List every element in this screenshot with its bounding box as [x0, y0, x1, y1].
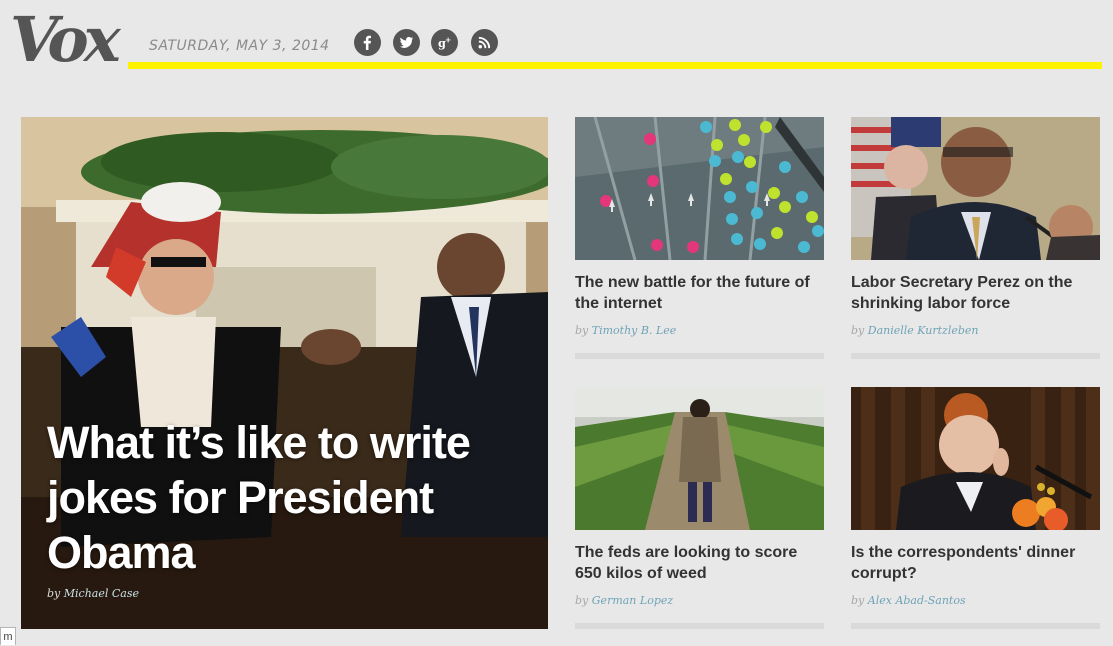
card-divider [575, 623, 824, 629]
svg-text:+: + [445, 36, 451, 45]
story-title[interactable]: Is the correspondents' dinner corrupt? [851, 542, 1100, 584]
hero-story[interactable]: What it’s like to write jokes for Presid… [21, 117, 548, 629]
google-plus-icon[interactable]: g + [431, 29, 458, 56]
byline-prefix: by [47, 587, 61, 600]
story-byline: by German Lopez [575, 594, 824, 607]
story-byline: by Alex Abad-Santos [851, 594, 1100, 607]
author-link[interactable]: Alex Abad-Santos [868, 594, 966, 607]
story-card[interactable]: Labor Secretary Perez on the shrinking l… [851, 117, 1100, 359]
byline-prefix: by [575, 594, 589, 607]
story-title[interactable]: Labor Secretary Perez on the shrinking l… [851, 272, 1100, 314]
corner-tab[interactable]: m [0, 627, 16, 645]
byline-prefix: by [851, 594, 865, 607]
story-thumbnail[interactable] [575, 387, 824, 530]
card-divider [851, 353, 1100, 359]
card-divider [851, 623, 1100, 629]
hero-byline: by Michael Case [47, 587, 139, 600]
story-byline: by Danielle Kurtzleben [851, 324, 1100, 337]
story-title[interactable]: The feds are looking to score 650 kilos … [575, 542, 824, 584]
story-thumbnail[interactable] [851, 387, 1100, 530]
byline-prefix: by [575, 324, 589, 337]
rss-icon[interactable] [471, 29, 498, 56]
author-link[interactable]: German Lopez [592, 594, 673, 607]
author-link[interactable]: Timothy B. Lee [592, 324, 677, 337]
vox-logo[interactable]: Vox [10, 4, 121, 76]
story-card[interactable]: The new battle for the future of the int… [575, 117, 824, 359]
story-title[interactable]: The new battle for the future of the int… [575, 272, 824, 314]
author-link[interactable]: Danielle Kurtzleben [868, 324, 979, 337]
byline-prefix: by [851, 324, 865, 337]
twitter-icon[interactable] [393, 29, 420, 56]
site-header: Vox SATURDAY, MAY 3, 2014 g + [0, 0, 1113, 80]
hero-title[interactable]: What it’s like to write jokes for Presid… [47, 415, 527, 580]
header-date: SATURDAY, MAY 3, 2014 [149, 38, 330, 54]
story-byline: by Timothy B. Lee [575, 324, 824, 337]
story-thumbnail[interactable] [575, 117, 824, 260]
facebook-icon[interactable] [354, 29, 381, 56]
card-divider [575, 353, 824, 359]
story-card[interactable]: The feds are looking to score 650 kilos … [575, 387, 824, 629]
header-accent-rule [128, 62, 1102, 69]
story-thumbnail[interactable] [851, 117, 1100, 260]
story-card[interactable]: Is the correspondents' dinner corrupt? b… [851, 387, 1100, 629]
hero-author-link[interactable]: Michael Case [64, 587, 139, 600]
